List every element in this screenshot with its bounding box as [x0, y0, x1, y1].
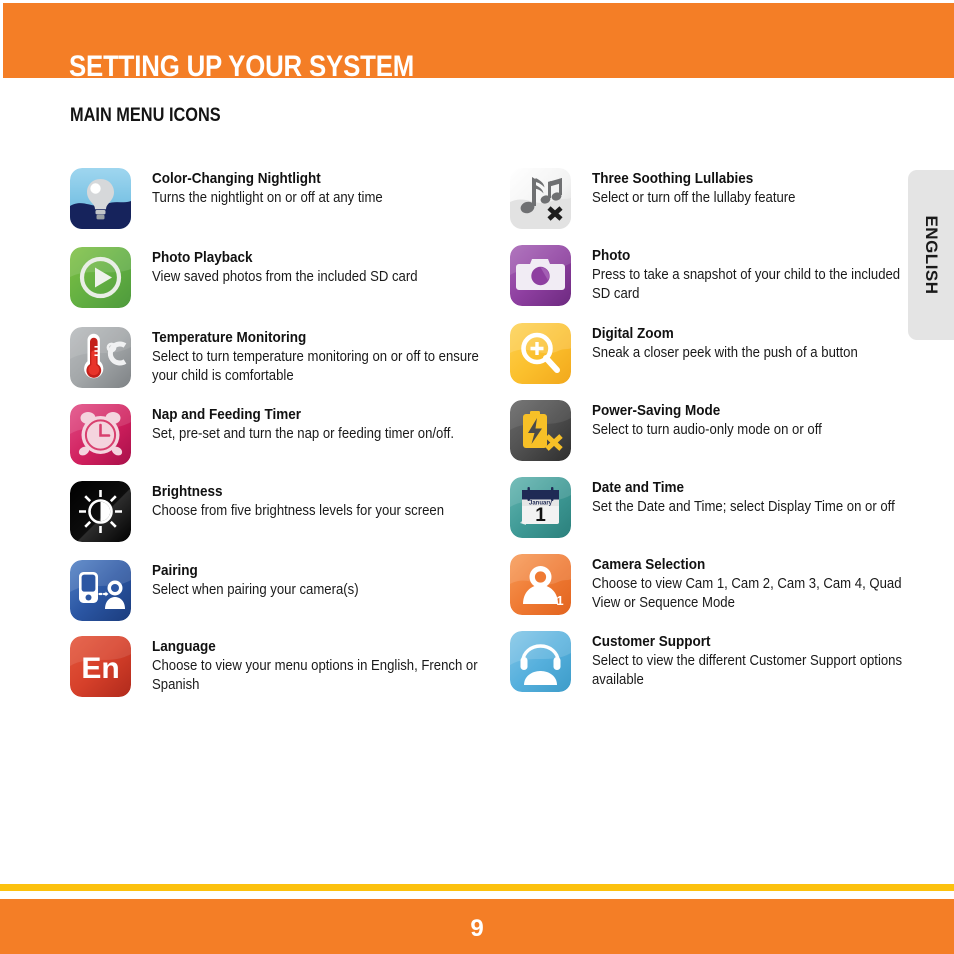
icon-entry-description: Select or turn off the lullaby feature: [592, 189, 796, 206]
icon-entry-text: Power-Saving Mode Select to turn audio-o…: [592, 400, 910, 440]
photo-icon: [510, 245, 571, 306]
icon-entry-text: Three Soothing Lullabies Select or turn …: [592, 168, 910, 208]
icon-entry-description: Choose from five brightness levels for y…: [152, 502, 445, 519]
icon-entry: Digital Zoom Sneak a closer peek with th…: [510, 323, 910, 384]
icon-entry: Color-Changing Nightlight Turns the nigh…: [70, 168, 490, 229]
icon-entry-text: Nap and Feeding Timer Set, pre-set and t…: [152, 404, 490, 444]
icon-entry-description: Choose to view your menu options in Engl…: [152, 657, 478, 693]
svg-text:1: 1: [535, 505, 546, 526]
icon-entry-title: Temperature Monitoring: [152, 329, 307, 346]
date-time-icon: January 1: [510, 477, 571, 538]
icon-entry-text: Photo Press to take a snapshot of your c…: [592, 245, 910, 304]
icon-entry-title: Date and Time: [592, 479, 685, 496]
power-saving-icon: [510, 400, 571, 461]
page-header: SETTING UP YOUR SYSTEM: [3, 3, 954, 82]
digital-zoom-icon: [510, 323, 571, 384]
page-title: SETTING UP YOUR SYSTEM: [69, 50, 415, 83]
camera-selection-icon: 1: [510, 554, 571, 615]
icon-entry-title: Brightness: [152, 483, 223, 500]
icon-entry-text: Camera Selection Choose to view Cam 1, C…: [592, 554, 910, 613]
nightlight-icon: [70, 168, 131, 229]
icon-entry: Photo Playback View saved photos from th…: [70, 247, 490, 308]
icon-entry: Customer Support Select to view the diff…: [510, 631, 910, 692]
customer-support-icon: [510, 631, 571, 692]
icon-entry-description: View saved photos from the included SD c…: [152, 268, 418, 285]
icon-entry-title: Three Soothing Lullabies: [592, 170, 754, 187]
icon-entry-text: Language Choose to view your menu option…: [152, 636, 490, 695]
icon-entry-title: Power-Saving Mode: [592, 402, 721, 419]
icon-entry-title: Pairing: [152, 562, 198, 579]
lullabies-icon: [510, 168, 571, 229]
icon-entry-title: Photo: [592, 247, 631, 264]
icon-entry-description: Select to turn audio-only mode on or off: [592, 421, 822, 438]
page-number: 9: [470, 915, 484, 942]
pairing-icon: [70, 560, 131, 621]
icon-entry-text: Temperature Monitoring Select to turn te…: [152, 327, 490, 386]
language-side-tab: ENGLISH: [908, 170, 954, 340]
manual-page: SETTING UP YOUR SYSTEM MAIN MENU ICONS E…: [0, 0, 954, 954]
icon-entry: Nap and Feeding Timer Set, pre-set and t…: [70, 404, 490, 465]
icon-entry-title: Camera Selection: [592, 556, 706, 573]
nap-feeding-timer-icon: [70, 404, 131, 465]
icon-entry: Temperature Monitoring Select to turn te…: [70, 327, 490, 388]
icon-entry-description: Choose to view Cam 1, Cam 2, Cam 3, Cam …: [592, 575, 902, 611]
icon-entry: Pairing Select when pairing your camera(…: [70, 560, 490, 621]
icon-entry-text: Digital Zoom Sneak a closer peek with th…: [592, 323, 910, 363]
icon-entry-description: Set the Date and Time; select Display Ti…: [592, 498, 895, 515]
temperature-icon: [70, 327, 131, 388]
icon-entry-text: Color-Changing Nightlight Turns the nigh…: [152, 168, 490, 208]
icon-entry: En Language Choose to view your menu opt…: [70, 636, 490, 697]
icon-entry-description: Select when pairing your camera(s): [152, 581, 359, 598]
icon-entry-text: Photo Playback View saved photos from th…: [152, 247, 490, 287]
icon-entry: Power-Saving Mode Select to turn audio-o…: [510, 400, 910, 461]
section-heading: MAIN MENU ICONS: [70, 105, 221, 126]
icon-entry-title: Nap and Feeding Timer: [152, 406, 302, 423]
icon-entry-description: Sneak a closer peek with the push of a b…: [592, 344, 858, 361]
brightness-icon: [70, 481, 131, 542]
icon-entry-description: Press to take a snapshot of your child t…: [592, 266, 901, 302]
icon-entry: Three Soothing Lullabies Select or turn …: [510, 168, 910, 229]
icon-entry-description: Select to view the different Customer Su…: [592, 652, 903, 688]
icon-entry-title: Color-Changing Nightlight: [152, 170, 321, 187]
icon-entry-description: Set, pre-set and turn the nap or feeding…: [152, 425, 455, 442]
icon-entry: Photo Press to take a snapshot of your c…: [510, 245, 910, 306]
photo-playback-icon: [70, 247, 131, 308]
icon-entry-text: Pairing Select when pairing your camera(…: [152, 560, 490, 600]
page-footer: 9: [0, 899, 954, 954]
icon-entry-description: Select to turn temperature monitoring on…: [152, 348, 479, 384]
icon-entry-title: Language: [152, 638, 216, 655]
icon-entry-title: Customer Support: [592, 633, 711, 650]
svg-text:1: 1: [556, 593, 563, 608]
side-tab-label: ENGLISH: [922, 215, 941, 295]
icon-entry-title: Digital Zoom: [592, 325, 674, 342]
icon-entry-text: Brightness Choose from five brightness l…: [152, 481, 490, 521]
icon-entry-text: Customer Support Select to view the diff…: [592, 631, 910, 690]
icon-entry: Brightness Choose from five brightness l…: [70, 481, 490, 542]
language-icon: En: [70, 636, 131, 697]
footer-rule: [0, 884, 954, 891]
icon-entry-text: Date and Time Set the Date and Time; sel…: [592, 477, 910, 517]
icon-entry: January 1 Date and Time Set the Date and…: [510, 477, 910, 538]
icon-entry: 1 Camera Selection Choose to view Cam 1,…: [510, 554, 910, 615]
icon-entry-description: Turns the nightlight on or off at any ti…: [152, 189, 383, 206]
icon-entry-title: Photo Playback: [152, 249, 253, 266]
svg-text:En: En: [81, 652, 119, 685]
